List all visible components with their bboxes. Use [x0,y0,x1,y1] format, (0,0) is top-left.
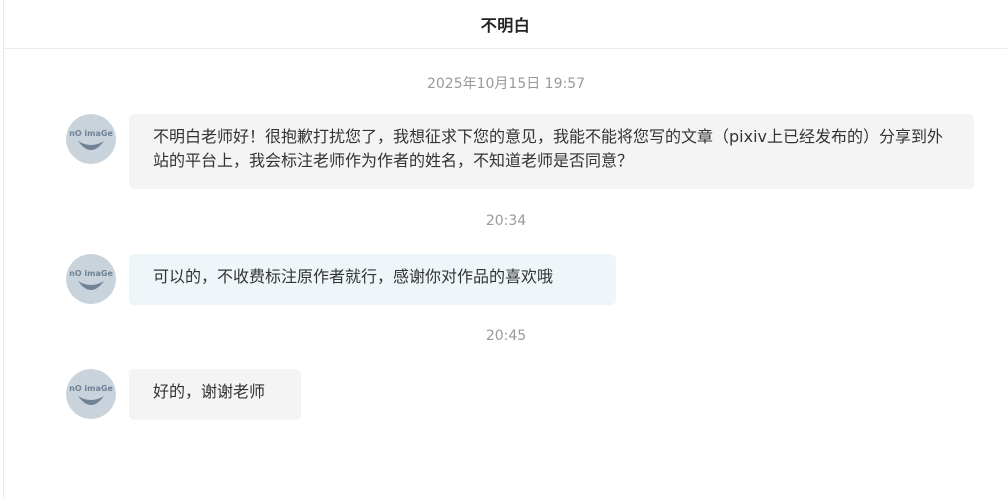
message-bubble: 好的，谢谢老师 [129,369,301,420]
message-timestamp: 20:45 [485,328,527,344]
no-image-avatar-icon[interactable]: nO imaGe [66,114,116,164]
message-row: nO imaGe 不明白老师好！很抱歉打扰您了，我想征求下您的意见，我能不能将您… [66,114,974,189]
chat-header: 不明白 [4,0,1007,49]
avatar-placeholder-text: nO imaGe [69,269,113,278]
message-bubble: 可以的，不收费标注原作者就行，感谢你对作品的喜欢哦 [129,254,616,305]
chat-window: 不明白 2025年10月15日 19:57 nO imaGe 不明白老师好！很抱… [3,0,1007,499]
chat-title: 不明白 [480,16,531,35]
message-row: nO imaGe 好的，谢谢老师 [66,369,301,420]
message-bubble: 不明白老师好！很抱歉打扰您了，我想征求下您的意见，我能不能将您写的文章（pixi… [129,114,974,189]
no-image-avatar-icon[interactable]: nO imaGe [66,369,116,419]
message-timestamp: 2025年10月15日 19:57 [426,76,586,92]
message-timestamp: 20:34 [485,213,527,229]
avatar-placeholder-text: nO imaGe [69,129,113,138]
message-row: nO imaGe 可以的，不收费标注原作者就行，感谢你对作品的喜欢哦 [66,254,616,305]
no-image-avatar-icon[interactable]: nO imaGe [66,254,116,304]
avatar-placeholder-text: nO imaGe [69,384,113,393]
